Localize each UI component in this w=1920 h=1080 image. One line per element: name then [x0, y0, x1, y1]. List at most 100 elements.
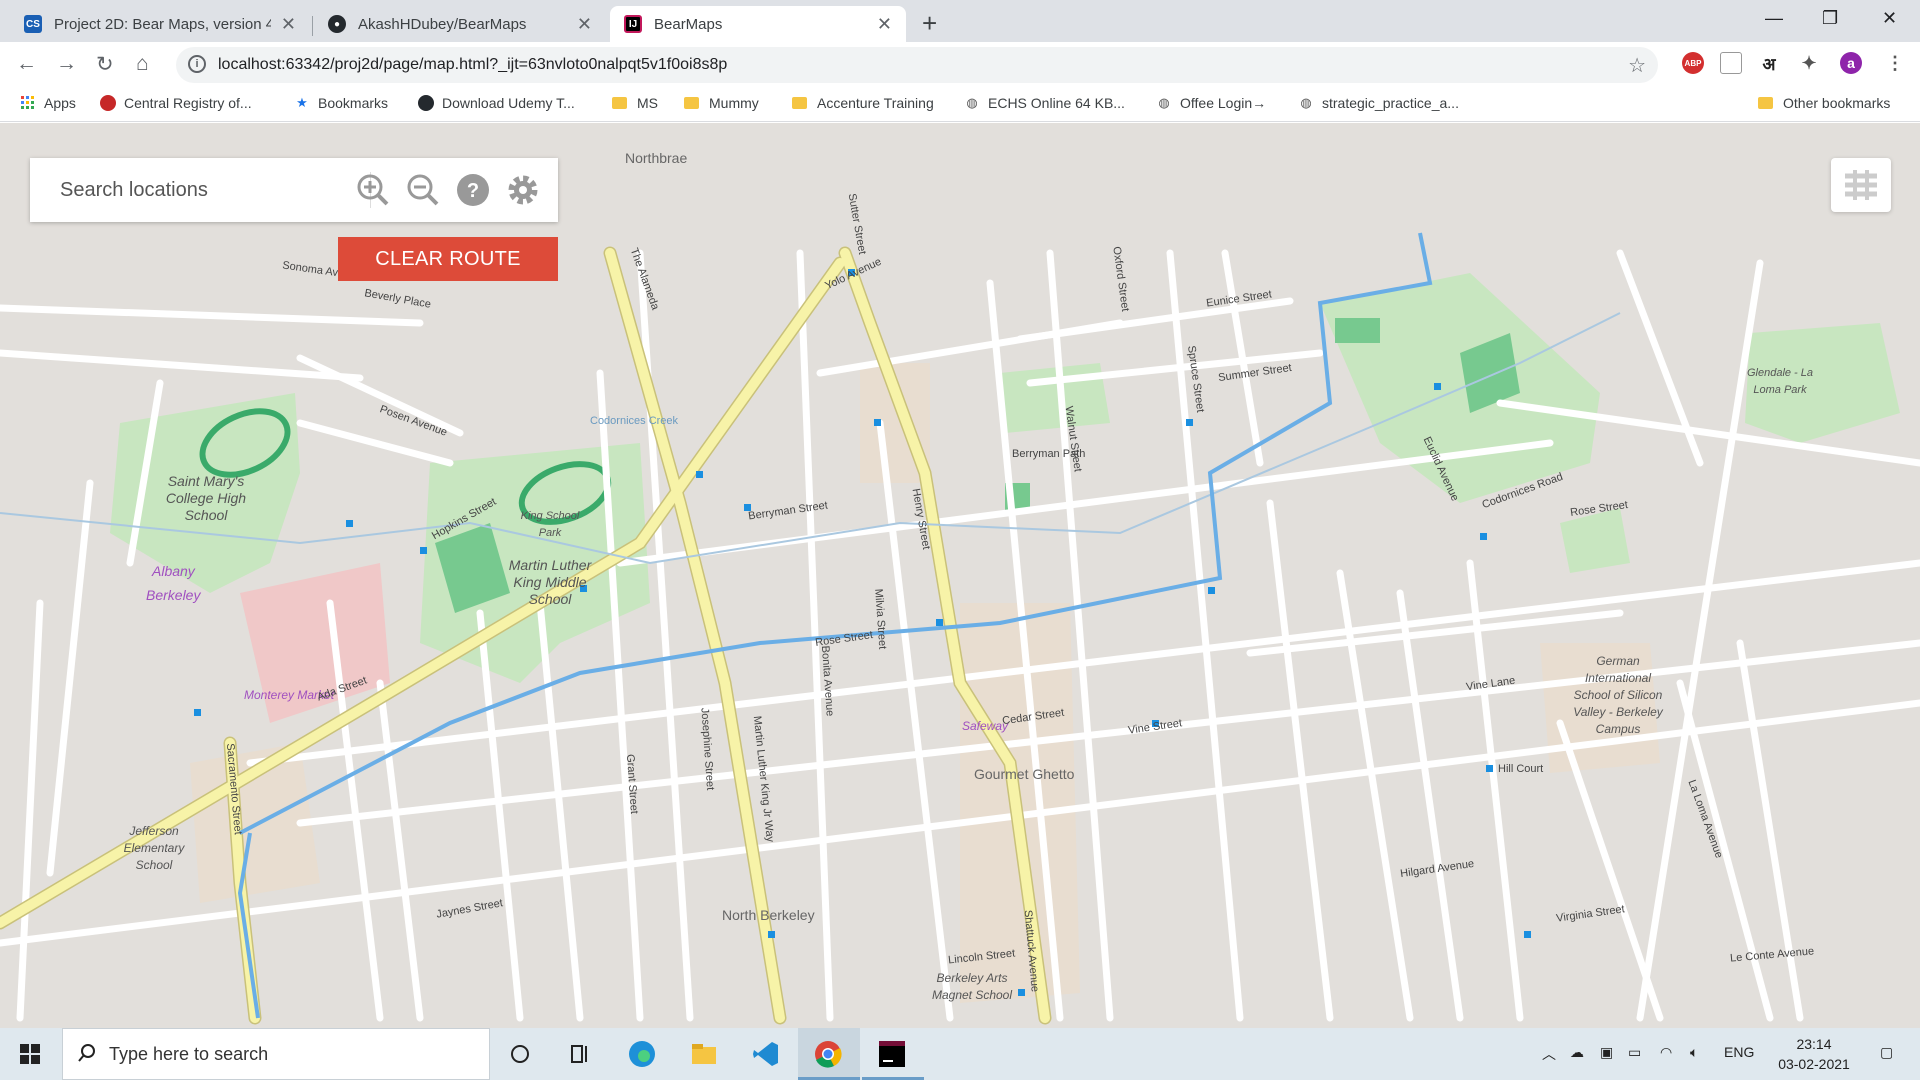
location-search-input[interactable]	[60, 176, 350, 204]
bookmark-folder-mummy[interactable]: Mummy	[684, 95, 759, 111]
intellij-favicon-icon: IJ	[624, 15, 642, 33]
bookmark-offee-login[interactable]: ◍ Offee Login→	[1156, 95, 1266, 111]
emblem-icon	[100, 95, 116, 111]
language-indicator[interactable]: ENG	[1724, 1044, 1754, 1060]
bookmark-apps[interactable]: Apps	[20, 95, 76, 111]
back-icon[interactable]: ←	[16, 52, 37, 76]
tab-separator	[312, 16, 313, 36]
folder-icon	[612, 97, 627, 109]
close-tab-icon[interactable]: ✕	[577, 14, 592, 35]
close-window-icon[interactable]: ✕	[1882, 8, 1897, 29]
home-icon[interactable]: ⌂	[136, 52, 149, 76]
close-tab-icon[interactable]: ✕	[877, 14, 892, 35]
vscode-icon[interactable]	[750, 1038, 782, 1070]
globe-icon: ◍	[1300, 95, 1312, 110]
battery-icon[interactable]: ▭	[1628, 1044, 1641, 1061]
tab-bearmaps[interactable]: IJ BearMaps ✕	[610, 6, 906, 42]
folder-icon	[684, 97, 699, 109]
hindi-extension-icon[interactable]: अ	[1758, 52, 1780, 74]
tray-app-icon[interactable]: ▣	[1600, 1044, 1613, 1061]
street-label: Hill Court	[1498, 763, 1544, 775]
notifications-icon[interactable]: ▢	[1880, 1044, 1893, 1061]
url-text[interactable]: localhost:63342/proj2d/page/map.html?_ij…	[218, 56, 727, 74]
zoom-in-icon[interactable]	[354, 171, 392, 209]
help-icon[interactable]: ?	[454, 171, 492, 209]
map-canvas[interactable]: Northbrae North Berkeley Gourmet Ghetto …	[0, 123, 1920, 1028]
windows-taskbar: Type here to search ︿ ☁ ▣ ▭ ◠ 🔈︎ ENG 23:…	[0, 1028, 1920, 1080]
clock[interactable]: 23:14 03-02-2021	[1764, 1034, 1864, 1074]
bookmark-star-icon[interactable]: ☆	[1628, 53, 1646, 78]
cortana-icon[interactable]	[504, 1038, 536, 1070]
bookmark-download-udemy[interactable]: Download Udemy T...	[418, 95, 575, 111]
place-label: Glendale - La Loma Park	[1746, 367, 1814, 396]
star-icon: ★	[296, 95, 308, 110]
area-label: Gourmet Ghetto	[974, 766, 1075, 782]
chrome-icon[interactable]	[812, 1038, 844, 1070]
globe-icon: ◍	[1158, 95, 1170, 110]
bookmark-folder-ms[interactable]: MS	[612, 95, 658, 111]
network-icon[interactable]: ◠	[1660, 1044, 1672, 1061]
chrome-menu-icon[interactable]: ⋮	[1884, 52, 1906, 74]
tab-strip: CS Project 2D: Bear Maps, version 4. ✕ ●…	[0, 0, 1920, 42]
bookmark-bookmarks[interactable]: ★ Bookmarks	[294, 95, 388, 111]
place-label: Safeway	[962, 719, 1009, 733]
restore-icon[interactable]: ❐	[1822, 8, 1838, 29]
location-search-panel: ?	[30, 158, 558, 222]
clock-time: 23:14	[1796, 1036, 1832, 1052]
place-label: German International School of Silicon V…	[1573, 654, 1663, 736]
extensions-puzzle-icon[interactable]: ✦	[1798, 52, 1820, 74]
address-bar[interactable]: i localhost:63342/proj2d/page/map.html?_…	[176, 47, 1658, 83]
intellij-icon[interactable]	[876, 1038, 908, 1070]
clear-route-button[interactable]: CLEAR ROUTE	[338, 237, 558, 281]
adblock-icon[interactable]: ABP	[1682, 52, 1704, 74]
bookmark-echs[interactable]: ◍ ECHS Online 64 KB...	[964, 95, 1125, 111]
volume-icon[interactable]: 🔈︎	[1690, 1044, 1698, 1061]
place-label: Jefferson Elementary School	[123, 824, 185, 872]
minimize-icon[interactable]: —	[1765, 8, 1783, 29]
bookmark-central-registry[interactable]: Central Registry of...	[100, 95, 252, 111]
tray-chevron-icon[interactable]: ︿	[1542, 1044, 1556, 1064]
place-label: Berkeley Arts Magnet School	[931, 971, 1013, 1002]
onedrive-icon[interactable]: ☁	[1570, 1044, 1584, 1061]
folder-icon	[1758, 97, 1773, 109]
area-label: Northbrae	[625, 150, 688, 166]
windows-start-icon[interactable]	[14, 1038, 46, 1070]
forward-icon[interactable]: →	[56, 52, 77, 76]
reload-icon[interactable]: ↻	[96, 52, 114, 77]
tab-project-2d[interactable]: CS Project 2D: Bear Maps, version 4. ✕	[10, 6, 310, 42]
place-label: Codornices Creek	[590, 415, 679, 427]
new-tab-icon[interactable]: +	[922, 8, 937, 39]
place-label: King School Park	[520, 510, 580, 539]
globe-icon: ◍	[966, 95, 978, 110]
browser-toolbar: ← → ↻ ⌂ i localhost:63342/proj2d/page/ma…	[0, 42, 1920, 88]
search-icon	[78, 1044, 95, 1062]
github-favicon-icon: ●	[328, 15, 346, 33]
zoom-out-icon[interactable]	[404, 171, 442, 209]
bookmark-folder-accenture[interactable]: Accenture Training	[792, 95, 934, 111]
clock-date: 03-02-2021	[1778, 1056, 1850, 1072]
svg-text:?: ?	[467, 180, 479, 202]
reader-extension-icon[interactable]	[1720, 52, 1742, 74]
task-view-icon[interactable]	[564, 1038, 596, 1070]
close-tab-icon[interactable]: ✕	[281, 14, 296, 35]
bookmark-other-bookmarks[interactable]: Other bookmarks	[1758, 95, 1890, 111]
settings-icon[interactable]	[504, 171, 542, 209]
profile-avatar[interactable]: a	[1840, 52, 1862, 74]
site-info-icon[interactable]: i	[188, 55, 206, 73]
taskbar-search-box[interactable]: Type here to search	[62, 1028, 490, 1080]
place-label: Martin Luther King Middle School	[508, 557, 592, 607]
apps-grid-icon	[20, 95, 36, 111]
layers-icon[interactable]	[1831, 158, 1891, 212]
github-icon	[418, 95, 434, 111]
place-label: Saint Mary's College High School	[165, 473, 247, 523]
area-label: Albany	[152, 563, 195, 579]
bookmark-strategic-practice[interactable]: ◍ strategic_practice_a...	[1298, 95, 1459, 111]
map-tiles	[0, 232, 1920, 1025]
area-label: Berkeley	[146, 587, 201, 603]
edge-icon[interactable]	[626, 1038, 658, 1070]
file-explorer-icon[interactable]	[688, 1038, 720, 1070]
tab-github-bearmaps[interactable]: ● AkashHDubey/BearMaps ✕	[314, 6, 606, 42]
bookmarks-bar: Apps Central Registry of... ★ Bookmarks …	[0, 88, 1920, 122]
taskbar-search-placeholder: Type here to search	[109, 1044, 269, 1064]
folder-icon	[792, 97, 807, 109]
